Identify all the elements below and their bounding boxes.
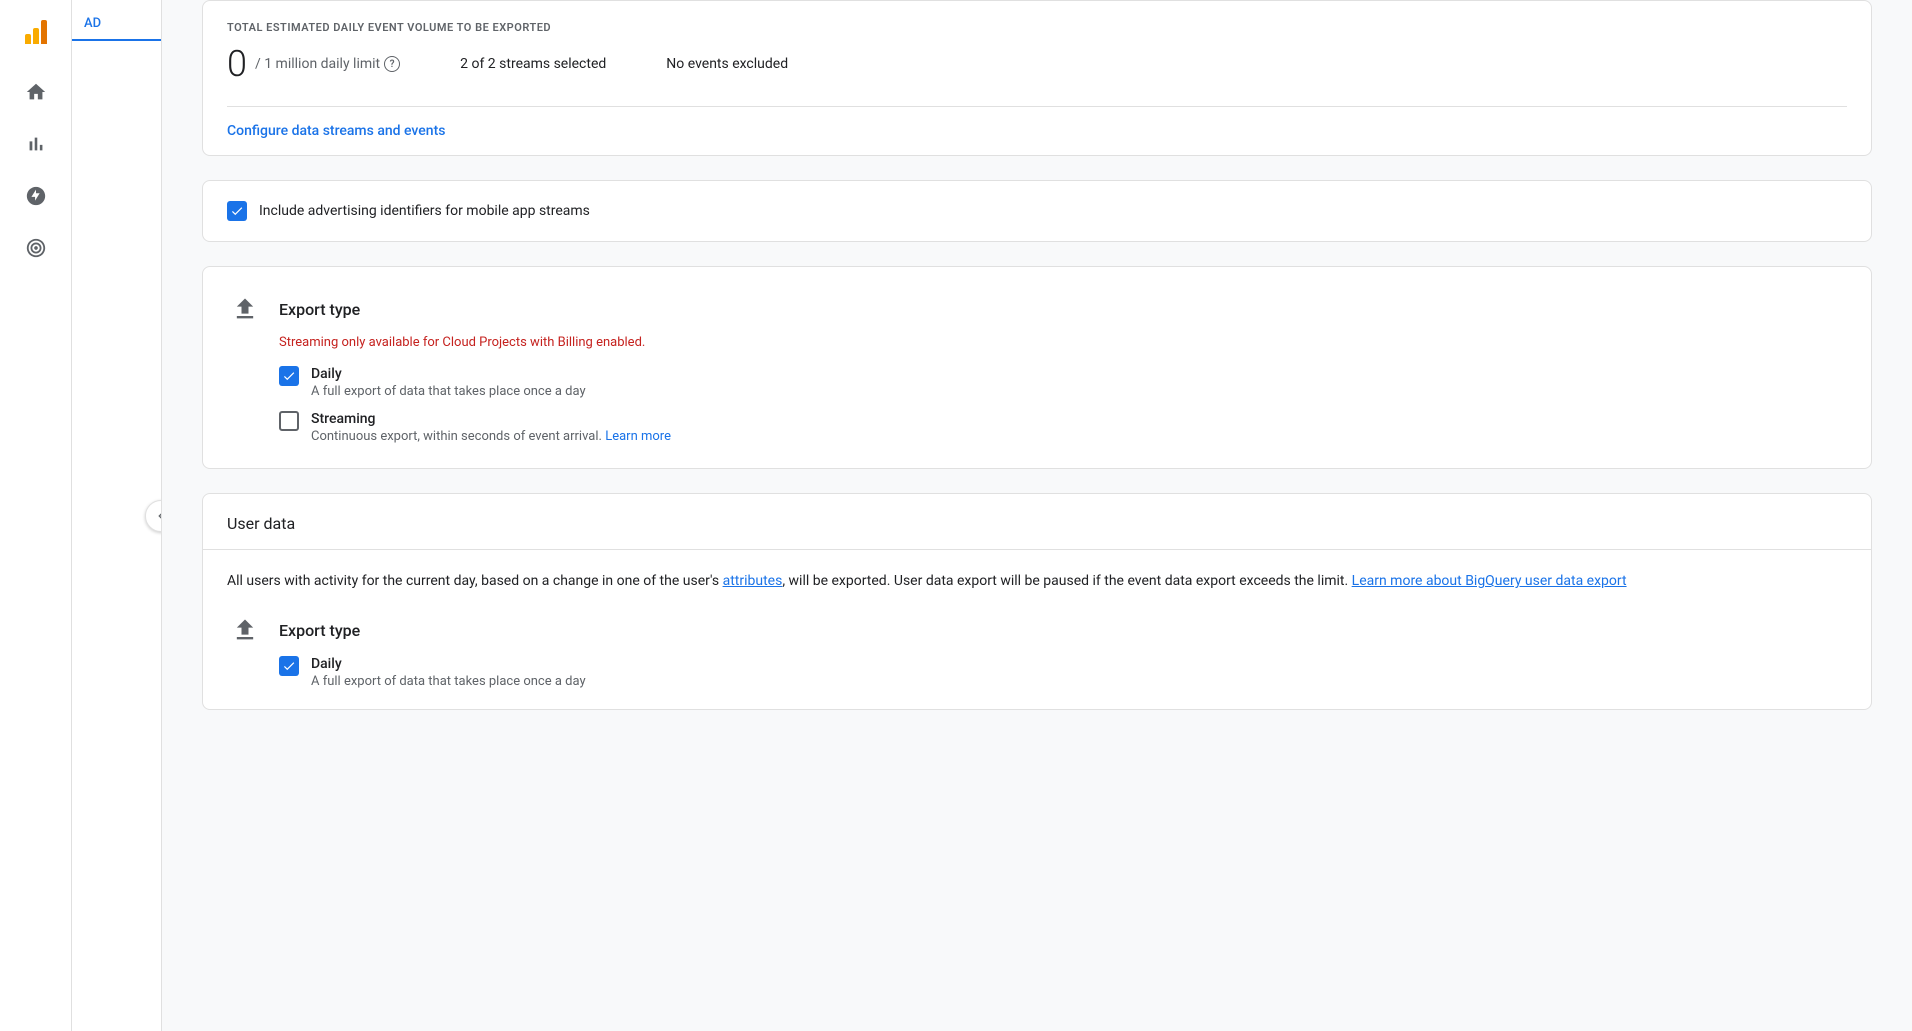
streams-selected: 2 of 2 streams selected <box>460 56 606 72</box>
export-type-header: Export type <box>227 291 1847 327</box>
export-type-warning: Streaming only available for Cloud Proje… <box>279 335 1847 350</box>
event-volume-stats: 0 / 1 million daily limit ? 2 of 2 strea… <box>227 46 1847 82</box>
user-data-description: All users with activity for the current … <box>227 570 1847 592</box>
collapse-sidebar-button[interactable] <box>145 500 162 532</box>
advertising-checkbox-label: Include advertising identifiers for mobi… <box>259 203 590 219</box>
user-daily-option-text: Daily A full export of data that takes p… <box>311 656 586 689</box>
explore-icon[interactable] <box>12 172 60 220</box>
configure-link-row: Configure data streams and events <box>203 107 1871 155</box>
home-icon[interactable] <box>12 68 60 116</box>
user-data-learn-more-link[interactable]: Learn more about BigQuery user data expo… <box>1352 573 1627 589</box>
secondary-sidebar-tab[interactable]: AD <box>72 8 161 41</box>
export-type-title: Export type <box>279 300 360 319</box>
no-events-excluded: No events excluded <box>666 56 788 72</box>
streaming-checkbox[interactable] <box>279 411 299 431</box>
export-option-streaming: Streaming Continuous export, within seco… <box>279 411 1847 444</box>
user-upload-icon-box <box>227 612 263 648</box>
user-export-type-header: Export type <box>227 612 1847 648</box>
daily-option-text: Daily A full export of data that takes p… <box>311 366 586 399</box>
user-data-body: All users with activity for the current … <box>203 550 1871 709</box>
logo-area <box>0 8 71 60</box>
volume-number: 0 / 1 million daily limit ? <box>227 46 400 82</box>
analytics-logo <box>25 20 47 44</box>
export-type-card: Export type Streaming only available for… <box>202 266 1872 469</box>
export-option-daily: Daily A full export of data that takes p… <box>279 366 1847 399</box>
event-volume-value: 0 <box>227 46 247 82</box>
secondary-sidebar: AD <box>72 0 162 1031</box>
daily-checkbox[interactable] <box>279 366 299 386</box>
bar-chart-icon[interactable] <box>12 120 60 168</box>
streaming-option-text: Streaming Continuous export, within seco… <box>311 411 671 444</box>
volume-limit: / 1 million daily limit ? <box>255 56 400 72</box>
icon-sidebar <box>0 0 72 1031</box>
configure-link[interactable]: Configure data streams and events <box>227 123 445 139</box>
sidebar-nav <box>0 68 71 272</box>
streaming-label: Streaming <box>311 411 671 427</box>
event-volume-title: TOTAL ESTIMATED DAILY EVENT VOLUME TO BE… <box>227 21 1847 34</box>
user-export-type-title: Export type <box>279 621 360 640</box>
event-volume-card: TOTAL ESTIMATED DAILY EVENT VOLUME TO BE… <box>202 0 1872 156</box>
daily-label: Daily <box>311 366 586 382</box>
streaming-learn-more-link[interactable]: Learn more <box>605 429 671 444</box>
logo-bar-1 <box>25 34 31 44</box>
daily-description: A full export of data that takes place o… <box>311 384 586 399</box>
user-data-card: User data All users with activity for th… <box>202 493 1872 710</box>
logo-bar-2 <box>33 28 39 44</box>
attributes-link[interactable]: attributes <box>723 573 783 589</box>
event-volume-section: TOTAL ESTIMATED DAILY EVENT VOLUME TO BE… <box>203 1 1871 106</box>
export-options: Daily A full export of data that takes p… <box>279 366 1847 444</box>
user-data-title: User data <box>227 514 295 533</box>
advertising-checkbox[interactable] <box>227 201 247 221</box>
logo-bar-3 <box>41 20 47 44</box>
advertising-checkbox-section: Include advertising identifiers for mobi… <box>202 180 1872 242</box>
advertising-icon[interactable] <box>12 224 60 272</box>
user-daily-description: A full export of data that takes place o… <box>311 674 586 689</box>
main-content: TOTAL ESTIMATED DAILY EVENT VOLUME TO BE… <box>162 0 1912 1031</box>
user-export-option-daily: Daily A full export of data that takes p… <box>279 656 1847 689</box>
upload-icon-box <box>227 291 263 327</box>
user-daily-label: Daily <box>311 656 586 672</box>
help-icon[interactable]: ? <box>384 56 400 72</box>
streaming-description: Continuous export, within seconds of eve… <box>311 429 671 444</box>
advertising-checkbox-wrapper: Include advertising identifiers for mobi… <box>227 201 590 221</box>
user-daily-checkbox[interactable] <box>279 656 299 676</box>
user-export-options: Daily A full export of data that takes p… <box>279 656 1847 689</box>
user-data-header: User data <box>203 494 1871 550</box>
